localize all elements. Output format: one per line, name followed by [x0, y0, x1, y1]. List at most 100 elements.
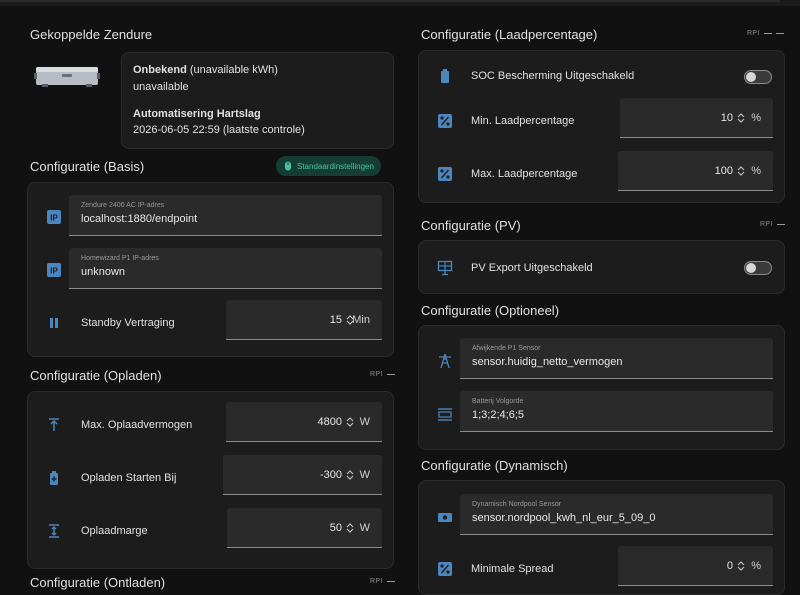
max-charge-label: Max. Oplaadvermogen	[81, 419, 193, 431]
battery-icon	[437, 68, 453, 84]
nordpool-sensor-value: sensor.nordpool_kwh_nl_eur_5_09_0	[472, 512, 656, 524]
min-soc-label: Min. Laadpercentage	[471, 115, 575, 127]
laad-title: Configuratie (Laadpercentage)	[421, 27, 598, 42]
spinner-icon[interactable]	[737, 560, 745, 572]
percent-icon	[437, 166, 453, 182]
linked-title: Gekoppelde Zendure	[30, 27, 153, 42]
ontladen-title: Configuratie (Ontladen)	[30, 575, 166, 590]
laad-card: SOC Bescherming Uitgeschakeld Min. Laadp…	[418, 50, 785, 203]
percent-icon	[437, 113, 453, 129]
standby-unit: Min	[352, 313, 370, 326]
defaults-button-label: Standaardinstellingen	[297, 161, 374, 171]
homewizard-ip-field[interactable]: Homewizard P1 IP-adres unknown	[69, 248, 382, 289]
linked-status-card: Onbekend (unavailable kWh) unavailable A…	[121, 52, 394, 149]
mouse-icon	[285, 161, 291, 171]
toggle-knob	[746, 263, 756, 273]
max-soc-value: 100	[714, 164, 733, 177]
opladen-card: Max. Oplaadvermogen 4800 W Opladen Start…	[27, 391, 394, 569]
dynamisch-card: Dynamisch Nordpool Sensor sensor.nordpoo…	[418, 480, 785, 595]
pv-tools-label: RPI	[760, 221, 773, 228]
ip-icon: IP	[46, 209, 62, 225]
heartbeat-title: Automatisering Hartslag	[133, 108, 261, 120]
ip-icon: IP	[46, 262, 62, 278]
sort-order-icon	[437, 406, 453, 422]
basis-card: IP Zendure 2400 AC IP-adres localhost:18…	[27, 182, 394, 357]
min-spread-input[interactable]: 0 %	[618, 546, 773, 586]
laad-tools[interactable]: RPI	[747, 30, 784, 37]
ontladen-tools[interactable]: RPI	[370, 578, 395, 585]
opladen-tools-label: RPI	[370, 371, 383, 378]
standby-label: Standby Vertraging	[81, 317, 175, 329]
pv-title: Configuratie (PV)	[421, 218, 521, 233]
minus-icon[interactable]	[386, 580, 395, 582]
top-bar	[0, 0, 800, 6]
start-charge-input[interactable]: -300 W	[223, 455, 382, 495]
transmission-tower-icon	[437, 353, 453, 369]
soc-label: SOC Bescherming Uitgeschakeld	[471, 70, 635, 82]
standby-value: 15	[329, 313, 342, 326]
zendure-ip-label: Zendure 2400 AC IP-adres	[81, 202, 165, 209]
max-soc-input[interactable]: 100 %	[618, 151, 773, 191]
laad-tools-label: RPI	[747, 30, 760, 37]
margin-icon	[46, 523, 62, 539]
p1-sensor-field[interactable]: Afwijkende P1 Sensor sensor.huidig_netto…	[460, 338, 773, 379]
minus-icon[interactable]	[763, 32, 772, 34]
battery-order-value: 1;3;2;4;6;5	[472, 409, 524, 421]
pv-tools[interactable]: RPI	[760, 221, 785, 228]
max-charge-input[interactable]: 4800 W	[226, 402, 382, 442]
svg-text:IP: IP	[50, 267, 58, 276]
max-charge-unit: W	[359, 415, 370, 428]
status-value: unavailable	[133, 81, 189, 93]
nordpool-sensor-field[interactable]: Dynamisch Nordpool Sensor sensor.nordpoo…	[460, 494, 773, 535]
homewizard-ip-label: Homewizard P1 IP-adres	[81, 255, 159, 262]
minus-icon[interactable]	[386, 373, 395, 375]
percent-icon	[437, 561, 453, 577]
charge-margin-input[interactable]: 50 W	[227, 508, 382, 548]
min-soc-unit: %	[751, 111, 761, 124]
min-spread-label: Minimale Spread	[471, 563, 554, 575]
arrow-up-bar-icon	[46, 417, 62, 433]
battery-order-field[interactable]: Batterij Volgorde 1;3;2;4;6;5	[460, 391, 773, 432]
dynamisch-title: Configuratie (Dynamisch)	[421, 458, 568, 473]
nordpool-sensor-label: Dynamisch Nordpool Sensor	[472, 501, 562, 508]
pv-card: PV Export Uitgeschakeld	[418, 240, 785, 294]
ontladen-tools-label: RPI	[370, 578, 383, 585]
p1-sensor-label: Afwijkende P1 Sensor	[472, 345, 541, 352]
minus-icon[interactable]	[775, 32, 784, 34]
zendure-ip-field[interactable]: Zendure 2400 AC IP-adres localhost:1880/…	[69, 195, 382, 236]
max-charge-value: 4800	[317, 415, 342, 428]
defaults-button[interactable]: Standaardinstellingen	[276, 156, 381, 176]
pv-export-label: PV Export Uitgeschakeld	[471, 262, 593, 274]
spinner-icon[interactable]	[346, 469, 354, 481]
spinner-icon[interactable]	[346, 416, 354, 428]
cash-icon	[437, 509, 453, 525]
start-charge-unit: W	[359, 468, 370, 481]
minus-icon[interactable]	[776, 223, 785, 225]
spinner-icon[interactable]	[737, 165, 745, 177]
start-charge-label: Opladen Starten Bij	[81, 472, 177, 484]
spinner-icon[interactable]	[737, 112, 745, 124]
min-soc-input[interactable]: 10 %	[620, 98, 773, 138]
min-soc-value: 10	[720, 111, 733, 124]
status-bold: Onbekend	[133, 64, 187, 76]
min-spread-unit: %	[751, 559, 761, 572]
status-line: Onbekend (unavailable kWh)	[133, 64, 278, 76]
toggle-knob	[746, 72, 756, 82]
battery-plus-icon	[46, 470, 62, 486]
standby-input[interactable]: 15 Min	[226, 300, 382, 340]
max-soc-unit: %	[751, 164, 761, 177]
soc-toggle[interactable]	[744, 70, 772, 84]
charge-margin-unit: W	[359, 521, 370, 534]
charge-margin-label: Oplaadmarge	[81, 525, 148, 537]
max-soc-label: Max. Laadpercentage	[471, 168, 578, 180]
battery-order-label: Batterij Volgorde	[472, 398, 524, 405]
pv-export-toggle[interactable]	[744, 261, 772, 275]
device-image	[34, 64, 100, 88]
solar-panel-icon	[437, 260, 453, 276]
spinner-icon[interactable]	[346, 522, 354, 534]
zendure-ip-value: localhost:1880/endpoint	[81, 213, 198, 225]
opladen-tools[interactable]: RPI	[370, 371, 395, 378]
charge-margin-value: 50	[329, 521, 342, 534]
optioneel-title: Configuratie (Optioneel)	[421, 303, 560, 318]
pause-icon	[46, 315, 62, 331]
